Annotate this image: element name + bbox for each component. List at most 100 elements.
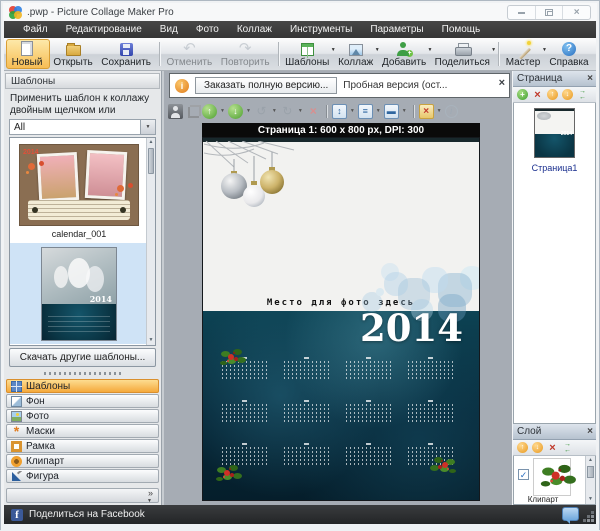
add-page-icon[interactable]: + [517, 89, 528, 100]
display-icon[interactable]: ▬ [384, 104, 399, 119]
swap-pages-icon[interactable]: →← [577, 89, 588, 100]
menu-photo[interactable]: Фото [187, 21, 228, 38]
accordion-clipart[interactable]: Клипарт [6, 454, 159, 468]
layer-scrollbar[interactable]: ▲ ▼ [585, 456, 595, 504]
chevron-down-icon[interactable]: ▼ [140, 120, 155, 134]
facebook-share-link[interactable]: Поделиться на Facebook [29, 509, 145, 520]
template-item[interactable]: 2014 calendar_001 [10, 144, 148, 243]
canvas-area: i Заказать полную версию... Пробная верс… [162, 71, 517, 505]
remove-background-icon[interactable]: × [419, 104, 434, 119]
delete-icon[interactable]: × [306, 104, 321, 119]
photo-properties-icon[interactable] [168, 104, 183, 119]
resize-grip[interactable] [591, 519, 594, 522]
template-list-scrollbar[interactable]: ▲ ▼ [146, 138, 155, 345]
minimize-button[interactable] [508, 6, 536, 19]
chevron-down-icon[interactable]: ▼ [147, 498, 152, 504]
feedback-chat-icon[interactable] [562, 507, 579, 521]
add-button[interactable]: + Добавить ▼ [379, 39, 432, 69]
open-button[interactable]: Открыть [50, 39, 98, 69]
page-name-label[interactable]: Страница1 [514, 163, 595, 173]
layer-thumbnail[interactable] [533, 458, 571, 496]
panel-splitter-handle[interactable] [44, 372, 121, 375]
scrollbar-thumb[interactable] [148, 148, 154, 174]
redo-button[interactable]: ↷ Повторить [218, 39, 275, 69]
chevron-down-icon[interactable]: ▼ [402, 108, 407, 114]
chevron-down-icon[interactable]: ▼ [376, 108, 381, 114]
mask-star-icon: * [11, 426, 22, 437]
chevron-more-icon[interactable]: » [148, 488, 153, 498]
chevron-down-icon[interactable]: ▼ [272, 108, 277, 114]
scroll-up-icon[interactable]: ▲ [147, 138, 155, 147]
share-button[interactable]: Поделиться ▼ [432, 39, 496, 69]
chevron-down-icon[interactable]: ▼ [437, 108, 442, 114]
menu-edit[interactable]: Редактирование [57, 21, 151, 38]
menu-file[interactable]: Файл [14, 21, 57, 38]
menu-tools[interactable]: Инструменты [281, 21, 361, 38]
collage-page[interactable]: Место для фото здесь 2014 [202, 137, 480, 501]
rotate-right-icon[interactable]: ↻ [280, 104, 295, 119]
move-down-icon[interactable]: ↓ [228, 104, 243, 119]
accordion-shape[interactable]: Фигура [6, 469, 159, 483]
page-up-icon[interactable]: ↑ [547, 89, 558, 100]
order-full-version-button[interactable]: Заказать полную версию... [195, 77, 337, 94]
delete-layer-icon[interactable]: × [547, 442, 558, 453]
order-layers-icon[interactable]: ≡ [358, 104, 373, 119]
layer-visibility-checkbox[interactable]: ✓ [518, 469, 529, 480]
menu-view[interactable]: Вид [151, 21, 187, 38]
scrollbar-thumb[interactable] [587, 466, 594, 478]
scroll-down-icon[interactable]: ▼ [147, 336, 155, 345]
new-button[interactable]: Новый [6, 39, 50, 69]
scroll-up-icon[interactable]: ▲ [586, 456, 595, 465]
workspace: Шаблоны Применить шаблон к коллажу двойн… [4, 71, 596, 505]
layer-down-icon[interactable]: ↓ [532, 442, 543, 453]
maximize-button[interactable] [536, 6, 564, 19]
ornaments-decoration[interactable] [204, 141, 304, 214]
download-templates-button[interactable]: Скачать другие шаблоны... [9, 348, 156, 367]
share-dropdown-arrow[interactable]: ▼ [491, 47, 496, 53]
share-printer-icon [455, 43, 470, 56]
panel-close-icon[interactable]: × [587, 73, 593, 84]
menu-collage[interactable]: Коллаж [228, 21, 281, 38]
move-up-icon[interactable]: ↑ [202, 104, 217, 119]
holly-clipart[interactable] [219, 348, 245, 368]
collage-button[interactable]: Коллаж ▼ [335, 39, 379, 69]
undo-button[interactable]: ↶ Отменить [163, 39, 217, 69]
templates-button[interactable]: Шаблоны ▼ [282, 39, 335, 69]
swap-layers-icon[interactable]: →← [562, 442, 573, 453]
canvas-toolbar: ↑▼ ↓▼ ↺▼ ↻▼ × ↕▼ ≡▼ ▬▼ ×▼ i [168, 101, 458, 121]
page-thumbnail[interactable]: 2014 [534, 108, 575, 158]
template-item-selected[interactable]: 2014 [10, 243, 148, 344]
layer-up-icon[interactable]: ↑ [517, 442, 528, 453]
accordion-templates[interactable]: Шаблоны [6, 379, 159, 393]
crop-icon[interactable] [185, 104, 200, 119]
holly-clipart[interactable] [431, 456, 457, 476]
year-text[interactable]: 2014 [360, 306, 463, 350]
align-icon[interactable]: ↕ [332, 104, 347, 119]
accordion-photo[interactable]: Фото [6, 409, 159, 423]
chevron-down-icon[interactable]: ▼ [220, 108, 225, 114]
rotate-left-icon[interactable]: ↺ [254, 104, 269, 119]
accordion-background[interactable]: Фон [6, 394, 159, 408]
delete-page-icon[interactable]: × [532, 89, 543, 100]
menu-help[interactable]: Помощь [433, 21, 490, 38]
template-thumbnail: 2014 [19, 144, 139, 226]
page-down-icon[interactable]: ↓ [562, 89, 573, 100]
accordion-frame[interactable]: Рамка [6, 439, 159, 453]
info-circle-icon[interactable]: i [445, 105, 458, 118]
template-filter-select[interactable]: All ▼ [9, 119, 156, 135]
help-button[interactable]: ? Справка [546, 39, 594, 69]
scroll-down-icon[interactable]: ▼ [586, 495, 595, 504]
holly-clipart[interactable] [215, 464, 241, 484]
close-button[interactable]: × [563, 6, 590, 19]
notification-close-icon[interactable]: × [499, 77, 505, 89]
mini-month [279, 399, 334, 434]
accordion-more-row[interactable]: » ▼ [6, 488, 159, 503]
save-button[interactable]: Сохранить [98, 39, 156, 69]
panel-close-icon[interactable]: × [587, 426, 593, 437]
chevron-down-icon[interactable]: ▼ [246, 108, 251, 114]
chevron-down-icon[interactable]: ▼ [298, 108, 303, 114]
accordion-masks[interactable]: * Маски [6, 424, 159, 438]
chevron-down-icon[interactable]: ▼ [350, 108, 355, 114]
wizard-button[interactable]: Мастер ▼ [502, 39, 546, 69]
menu-options[interactable]: Параметры [361, 21, 432, 38]
